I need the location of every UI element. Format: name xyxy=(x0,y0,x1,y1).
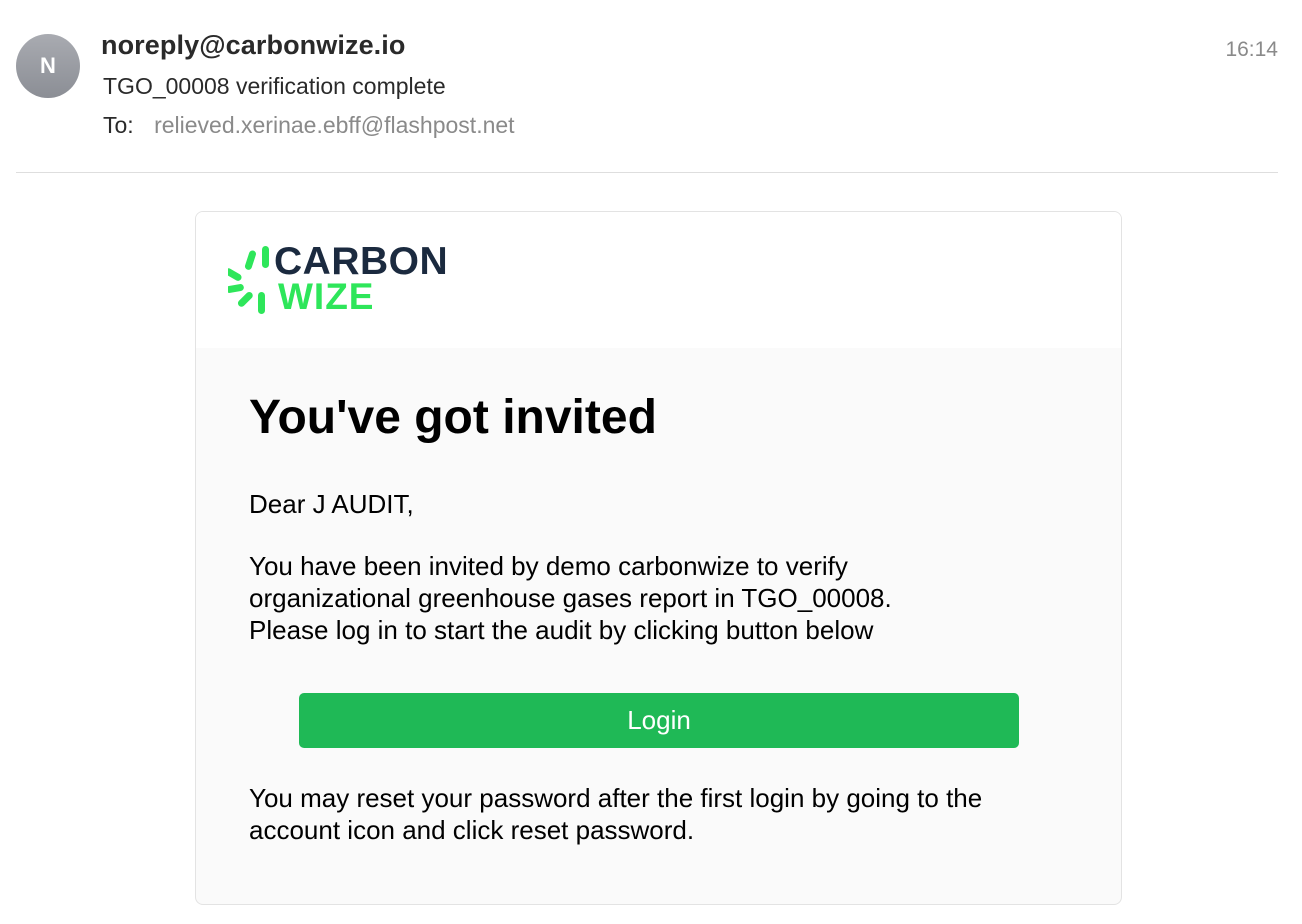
password-reset-note: You may reset your password after the fi… xyxy=(249,782,1069,846)
sender-avatar[interactable]: N xyxy=(16,34,80,98)
burst-icon xyxy=(228,246,269,314)
paragraph-line: You have been invited by demo carbonwize… xyxy=(249,551,848,581)
carbonwize-logo: CARBON WIZE xyxy=(228,242,458,318)
recipient-row: To: relieved.xerinae.ebff@flashpost.net xyxy=(103,112,515,139)
received-time: 16:14 xyxy=(1225,38,1278,61)
email-subject: TGO_00008 verification complete xyxy=(103,73,446,99)
greeting: Dear J AUDIT, xyxy=(249,489,414,519)
footer-line: account icon and click reset password. xyxy=(249,815,695,845)
recipient-address[interactable]: relieved.xerinae.ebff@flashpost.net xyxy=(154,112,514,138)
email-body-card: CARBON WIZE You've got invited Dear J AU… xyxy=(195,211,1122,905)
footer-line: You may reset your password after the fi… xyxy=(249,783,983,813)
sender-address[interactable]: noreply@carbonwize.io xyxy=(101,30,405,61)
invitation-paragraph: You have been invited by demo carbonwize… xyxy=(249,550,1009,646)
login-button[interactable]: Login xyxy=(299,693,1019,748)
paragraph-line: organizational greenhouse gases report i… xyxy=(249,583,892,613)
to-label: To: xyxy=(103,112,134,138)
paragraph-line: Please log in to start the audit by clic… xyxy=(249,615,874,645)
email-header: N noreply@carbonwize.io TGO_00008 verifi… xyxy=(16,0,1278,173)
message-heading: You've got invited xyxy=(249,391,657,444)
brand-header: CARBON WIZE xyxy=(196,212,1121,348)
brand-name-line2: WIZE xyxy=(278,276,375,317)
